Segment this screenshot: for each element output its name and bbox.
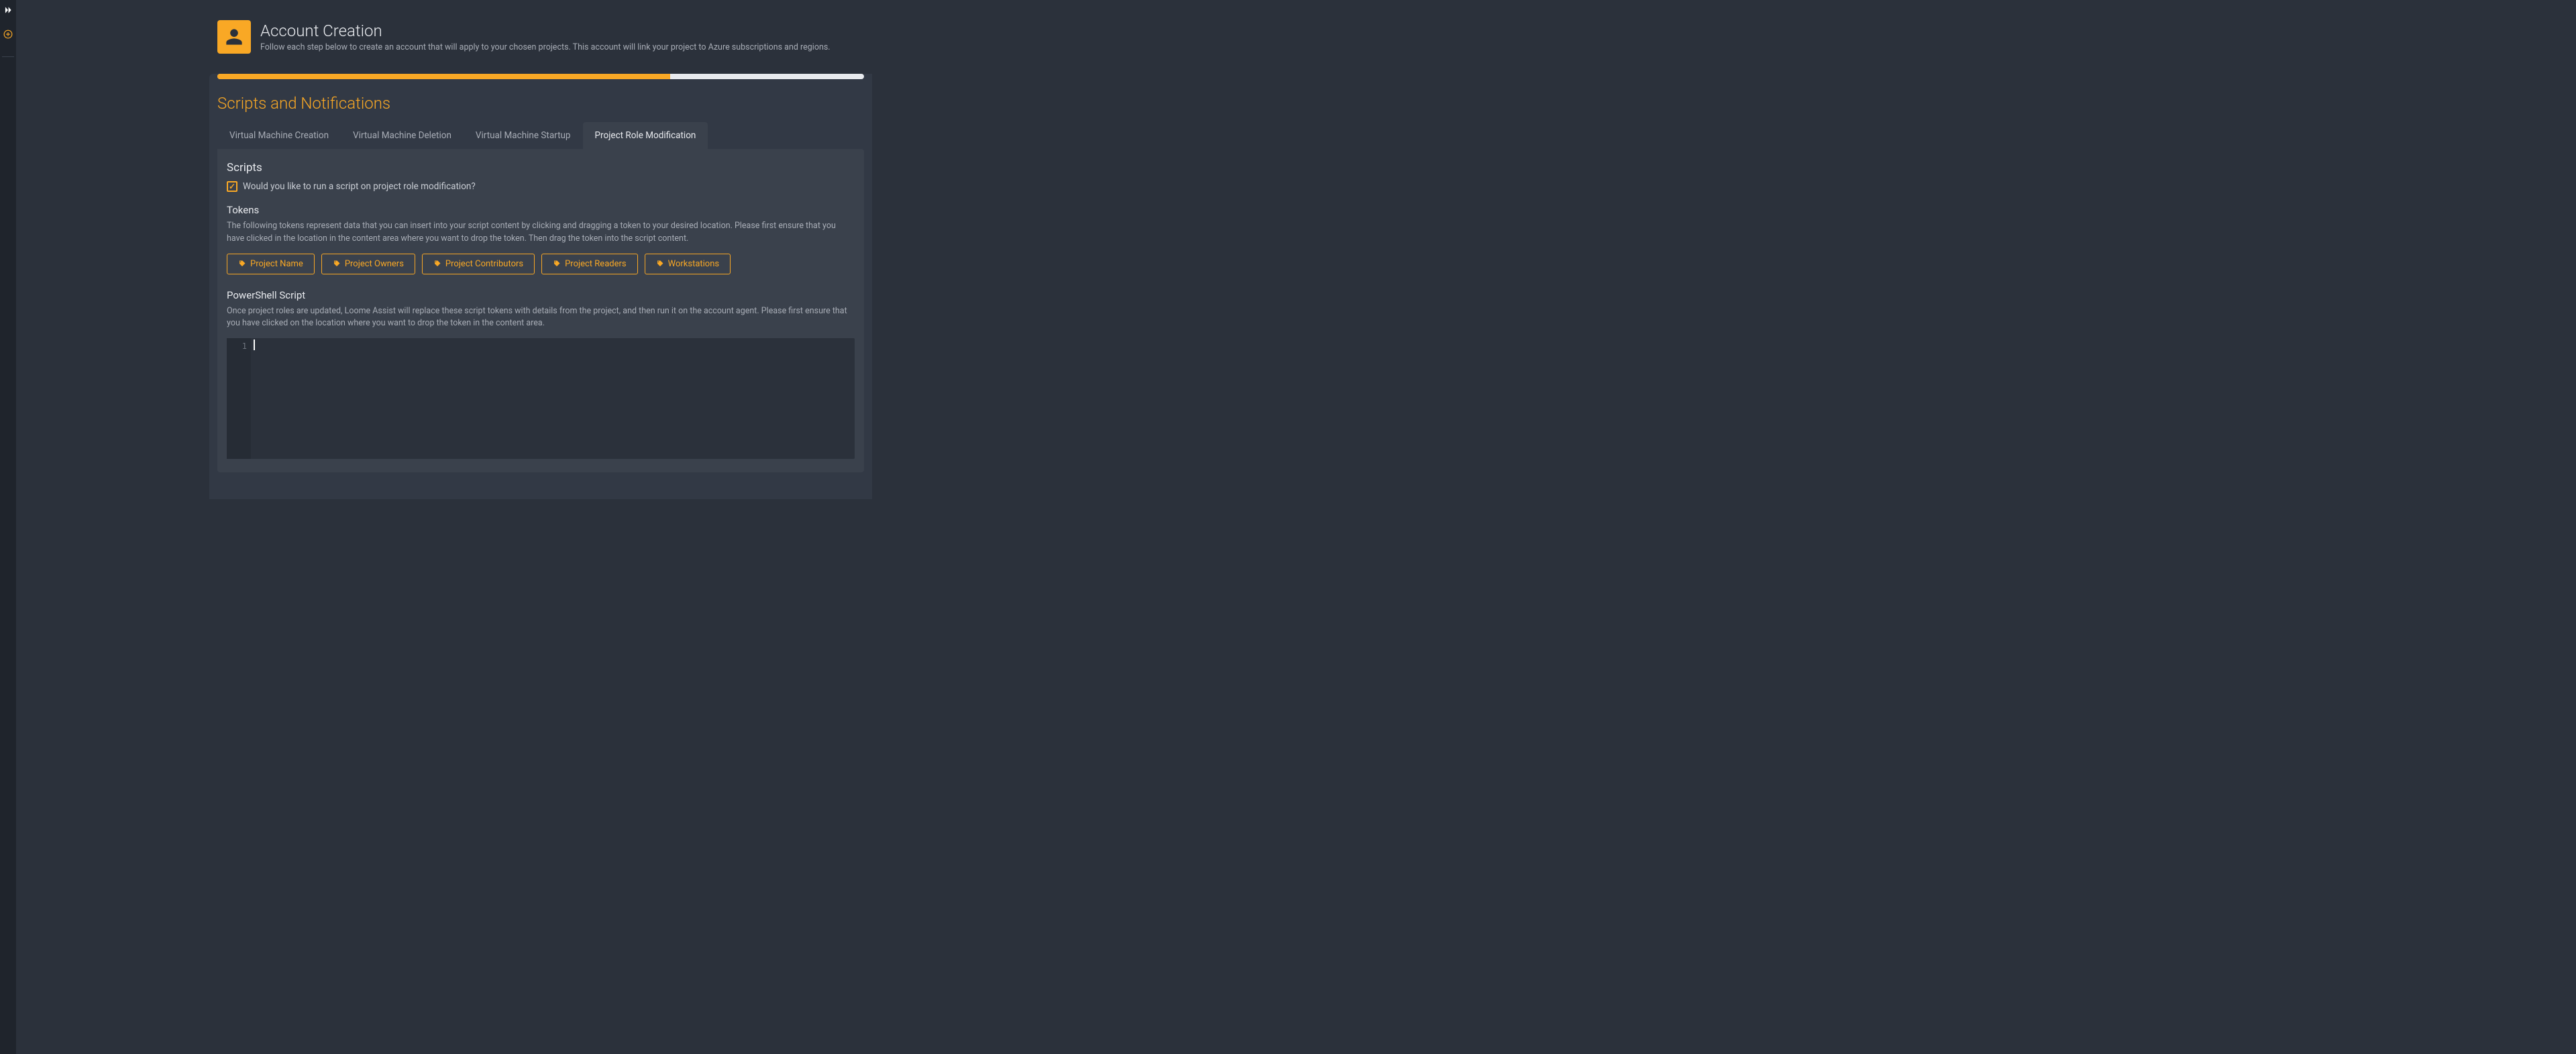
powershell-description: Once project roles are updated, Loome As… xyxy=(227,305,855,331)
run-script-checkbox[interactable] xyxy=(227,181,237,192)
token-project-contributors[interactable]: Project Contributors xyxy=(422,254,535,274)
tab-vm-deletion[interactable]: Virtual Machine Deletion xyxy=(341,122,464,149)
add-icon[interactable] xyxy=(3,30,13,42)
tokens-description: The following tokens represent data that… xyxy=(227,220,855,246)
editor-cursor xyxy=(254,339,855,350)
token-project-name[interactable]: Project Name xyxy=(227,254,315,274)
tabs: Virtual Machine Creation Virtual Machine… xyxy=(209,122,872,149)
expand-sidebar-icon[interactable] xyxy=(3,5,13,17)
script-editor[interactable]: 1 xyxy=(227,338,855,459)
editor-content[interactable] xyxy=(251,338,855,459)
main-content: Account Creation Follow each step below … xyxy=(16,0,2576,1054)
section-title: Scripts and Notifications xyxy=(209,79,872,122)
powershell-heading: PowerShell Script xyxy=(227,289,855,301)
progress-bar xyxy=(217,74,864,79)
scripts-heading: Scripts xyxy=(227,161,855,174)
progress-fill xyxy=(217,74,670,79)
tag-icon xyxy=(238,260,246,268)
tag-icon xyxy=(656,260,664,268)
sidebar-divider xyxy=(2,56,14,57)
tab-content: Scripts Would you like to run a script o… xyxy=(217,149,864,472)
token-project-readers[interactable]: Project Readers xyxy=(541,254,638,274)
tab-project-role-modification[interactable]: Project Role Modification xyxy=(583,122,708,149)
line-number: 1 xyxy=(227,341,247,352)
wizard-panel: Scripts and Notifications Virtual Machin… xyxy=(209,74,872,499)
account-icon xyxy=(217,20,251,54)
sidebar xyxy=(0,0,16,1054)
tab-vm-startup[interactable]: Virtual Machine Startup xyxy=(464,122,583,149)
tag-icon xyxy=(553,260,561,268)
tag-icon xyxy=(333,260,341,268)
editor-gutter: 1 xyxy=(227,338,251,459)
tag-icon xyxy=(433,260,441,268)
tab-vm-creation[interactable]: Virtual Machine Creation xyxy=(217,122,341,149)
run-script-label: Would you like to run a script on projec… xyxy=(243,181,476,192)
page-subtitle: Follow each step below to create an acco… xyxy=(260,42,830,52)
page-header: Account Creation Follow each step below … xyxy=(16,0,875,66)
tokens-heading: Tokens xyxy=(227,204,855,216)
token-buttons: Project Name Project Owners Project Cont… xyxy=(227,254,855,274)
token-workstations[interactable]: Workstations xyxy=(645,254,731,274)
page-title: Account Creation xyxy=(260,21,830,41)
token-project-owners[interactable]: Project Owners xyxy=(321,254,415,274)
